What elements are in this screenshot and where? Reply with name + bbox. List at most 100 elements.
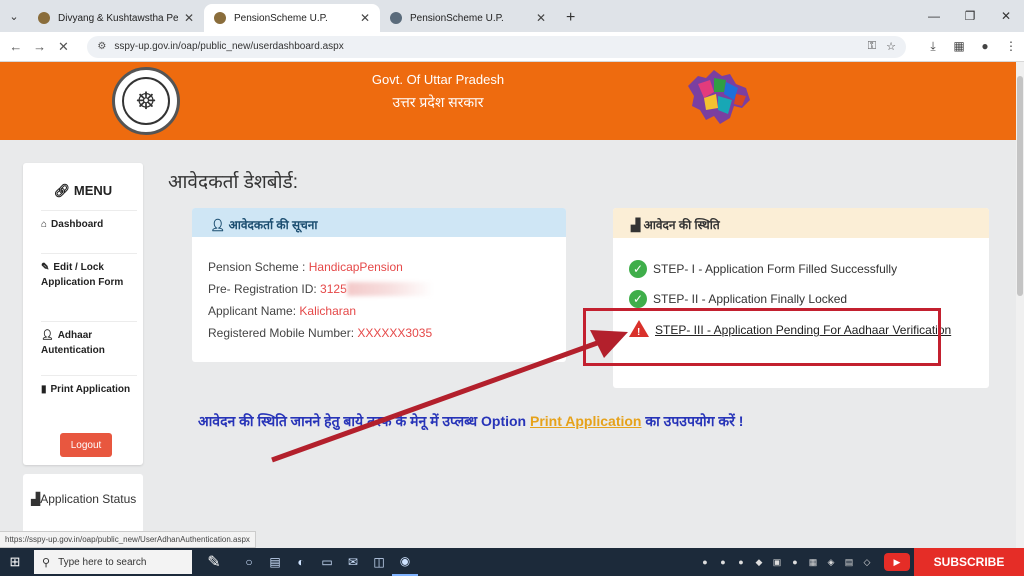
- chrome-browser-icon[interactable]: ◉: [392, 548, 418, 576]
- site-favicon-icon: [214, 12, 226, 24]
- close-icon[interactable]: ✕: [360, 11, 370, 25]
- site-info-icon[interactable]: ⚙: [97, 41, 106, 52]
- up-map-logo: [688, 70, 750, 124]
- tab-title: PensionScheme U.P.: [410, 12, 504, 24]
- mail-icon[interactable]: ✉: [340, 548, 366, 576]
- download-icon[interactable]: ⤓: [920, 39, 946, 54]
- youtube-logo-icon: ▶: [884, 553, 910, 571]
- browser-toolbar: ← → ✕ ⚙ sspy-up.gov.in/oap/public_new/us…: [0, 32, 1024, 62]
- home-icon: ⌂: [41, 219, 48, 230]
- tab-title: Divyang & Kushtawstha Pensio: [58, 12, 178, 24]
- new-tab-button[interactable]: +: [556, 4, 585, 32]
- edit-icon: ✎: [41, 262, 50, 273]
- step-2: ✓ STEP- II - Application Finally Locked: [629, 290, 847, 308]
- sidebar-item-edit-lock[interactable]: ✎ Edit / Lock Application Form: [41, 253, 137, 315]
- back-arrow-icon[interactable]: ←: [4, 39, 28, 54]
- document-icon: ▮: [41, 384, 47, 395]
- web-page: ☸ Govt. Of Uttar Pradesh उत्तर प्रदेश सर…: [0, 62, 1016, 548]
- sidebar-menu: 🔗︎ MENU ⌂ Dashboard ✎ Edit / Lock Applicat…: [23, 163, 143, 465]
- panel-heading: 👤︎ आवेदकर्ता की सूचना: [192, 208, 566, 237]
- tray-app-icon[interactable]: ◇: [858, 557, 876, 568]
- file-explorer-icon[interactable]: ▭: [314, 548, 340, 576]
- windows-start-icon[interactable]: ⊞: [0, 554, 30, 570]
- bar-chart-icon: ▟: [631, 218, 644, 232]
- registration-id-value: 3125: [320, 282, 347, 296]
- browser-tab-2[interactable]: PensionScheme U.P. ✕: [204, 4, 380, 32]
- print-application-link[interactable]: Print Application: [530, 413, 641, 429]
- registration-row: Pre- Registration ID: 3125: [208, 282, 433, 296]
- stop-loading-icon[interactable]: ✕: [52, 39, 76, 55]
- user-icon: 👤︎: [210, 218, 229, 232]
- link-status-url: https://sspy-up.gov.in/oap/public_new/Us…: [0, 531, 256, 548]
- browser-tab-3[interactable]: PensionScheme U.P. ✕: [380, 4, 556, 32]
- panel-heading: ▟ आवेदन की स्थिति: [613, 208, 989, 238]
- step-1: ✓ STEP- I - Application Form Filled Succe…: [629, 260, 897, 278]
- close-window-icon[interactable]: ✕: [988, 0, 1024, 32]
- scheme-value: HandicapPension: [308, 260, 403, 274]
- globe-icon: [390, 12, 402, 24]
- blurred-redaction: [346, 282, 433, 296]
- restore-icon[interactable]: ❐: [952, 0, 988, 32]
- tray-app-icon[interactable]: ●: [714, 557, 732, 567]
- applicant-name-value: Kalicharan: [299, 304, 357, 318]
- instruction-text: आवेदन की स्थिति जानने हेतु बाये तरफ के म…: [198, 413, 744, 429]
- header-title-hindi: उत्तर प्रदेश सरकार: [392, 94, 484, 110]
- widgets-icon[interactable]: ▤: [262, 548, 288, 576]
- tray-app-icon[interactable]: ●: [696, 557, 714, 567]
- search-highlight-icon[interactable]: ✎: [192, 548, 236, 576]
- close-icon[interactable]: ✕: [536, 11, 546, 25]
- store-icon[interactable]: ◫: [366, 548, 392, 576]
- star-icon[interactable]: ☆: [886, 40, 896, 53]
- tray-app-icon[interactable]: ▣: [768, 557, 786, 568]
- url-text[interactable]: sspy-up.gov.in/oap/public_new/userdashbo…: [114, 41, 857, 52]
- sidebar-item-dashboard[interactable]: ⌂ Dashboard: [41, 210, 137, 250]
- forward-arrow-icon[interactable]: →: [28, 39, 52, 54]
- system-tray: ● ● ● ◆ ▣ ● ▦ ◈ ▤ ◇: [696, 548, 876, 576]
- check-circle-icon: ✓: [629, 290, 647, 308]
- search-icon: ⚲: [42, 556, 51, 569]
- tray-app-icon[interactable]: ◈: [822, 557, 840, 568]
- applicant-info-panel: 👤︎ आवेदकर्ता की सूचना Pension Scheme : H…: [192, 208, 566, 362]
- taskbar-search-box[interactable]: ⚲ Type here to search: [34, 550, 192, 574]
- address-bar[interactable]: ⚙ sspy-up.gov.in/oap/public_new/userdash…: [87, 35, 906, 58]
- extension-icon[interactable]: ▦: [946, 39, 972, 54]
- task-view-icon[interactable]: ○: [236, 548, 262, 576]
- bar-chart-icon: ▟: [31, 492, 41, 506]
- minimize-icon[interactable]: —: [916, 0, 952, 32]
- sidebar-item-adhaar-auth[interactable]: 👤︎ Adhaar Autentication: [41, 321, 137, 371]
- browser-tab-strip: ⌄ Divyang & Kushtawstha Pensio ✕ Pension…: [0, 0, 1024, 32]
- subscribe-button[interactable]: SUBSCRIBE: [914, 548, 1024, 576]
- mobile-row: Registered Mobile Number: XXXXXX3035: [208, 326, 433, 340]
- site-header: ☸ Govt. Of Uttar Pradesh उत्तर प्रदेश सर…: [0, 62, 1016, 140]
- tab-title: PensionScheme U.P.: [234, 12, 328, 24]
- browser-tab-1[interactable]: Divyang & Kushtawstha Pensio ✕: [28, 4, 204, 32]
- user-icon: 👤︎: [41, 330, 54, 341]
- page-title: आवेदकर्ता डेशबोर्ड:: [168, 172, 298, 193]
- profile-icon[interactable]: ●: [972, 39, 998, 54]
- windows-taskbar: ⊞ ⚲ Type here to search ✎ ○ ▤ ◐ ▭ ✉ ◫ ◉ …: [0, 548, 1024, 576]
- tab-search-button[interactable]: ⌄: [0, 0, 28, 32]
- tray-app-icon[interactable]: ▤: [840, 557, 858, 568]
- tray-app-icon[interactable]: ●: [786, 557, 804, 567]
- key-icon[interactable]: ⚿: [868, 40, 876, 53]
- scheme-row: Pension Scheme : HandicapPension: [208, 260, 403, 274]
- window-controls: — ❐ ✕: [916, 0, 1024, 32]
- close-icon[interactable]: ✕: [184, 11, 194, 25]
- edge-browser-icon[interactable]: ◐: [288, 548, 314, 576]
- highlight-box: [583, 308, 941, 366]
- logout-button[interactable]: Logout: [60, 433, 112, 457]
- application-status-label: Application Status: [40, 492, 137, 506]
- check-circle-icon: ✓: [629, 260, 647, 278]
- link-icon: 🔗︎: [53, 183, 74, 198]
- tray-app-icon[interactable]: ◆: [750, 557, 768, 568]
- site-favicon-icon: [38, 12, 50, 24]
- page-scrollbar[interactable]: [1016, 62, 1024, 548]
- sidebar-item-print[interactable]: ▮ Print Application: [41, 375, 137, 425]
- menu-title: 🔗︎ MENU: [53, 183, 113, 198]
- tray-app-icon[interactable]: ●: [732, 557, 750, 567]
- mobile-value: XXXXXX3035: [357, 326, 433, 340]
- more-menu-icon[interactable]: ⋮: [998, 39, 1024, 54]
- header-title-english: Govt. Of Uttar Pradesh: [371, 72, 505, 87]
- tray-app-icon[interactable]: ▦: [804, 557, 822, 568]
- name-row: Applicant Name: Kalicharan: [208, 304, 357, 318]
